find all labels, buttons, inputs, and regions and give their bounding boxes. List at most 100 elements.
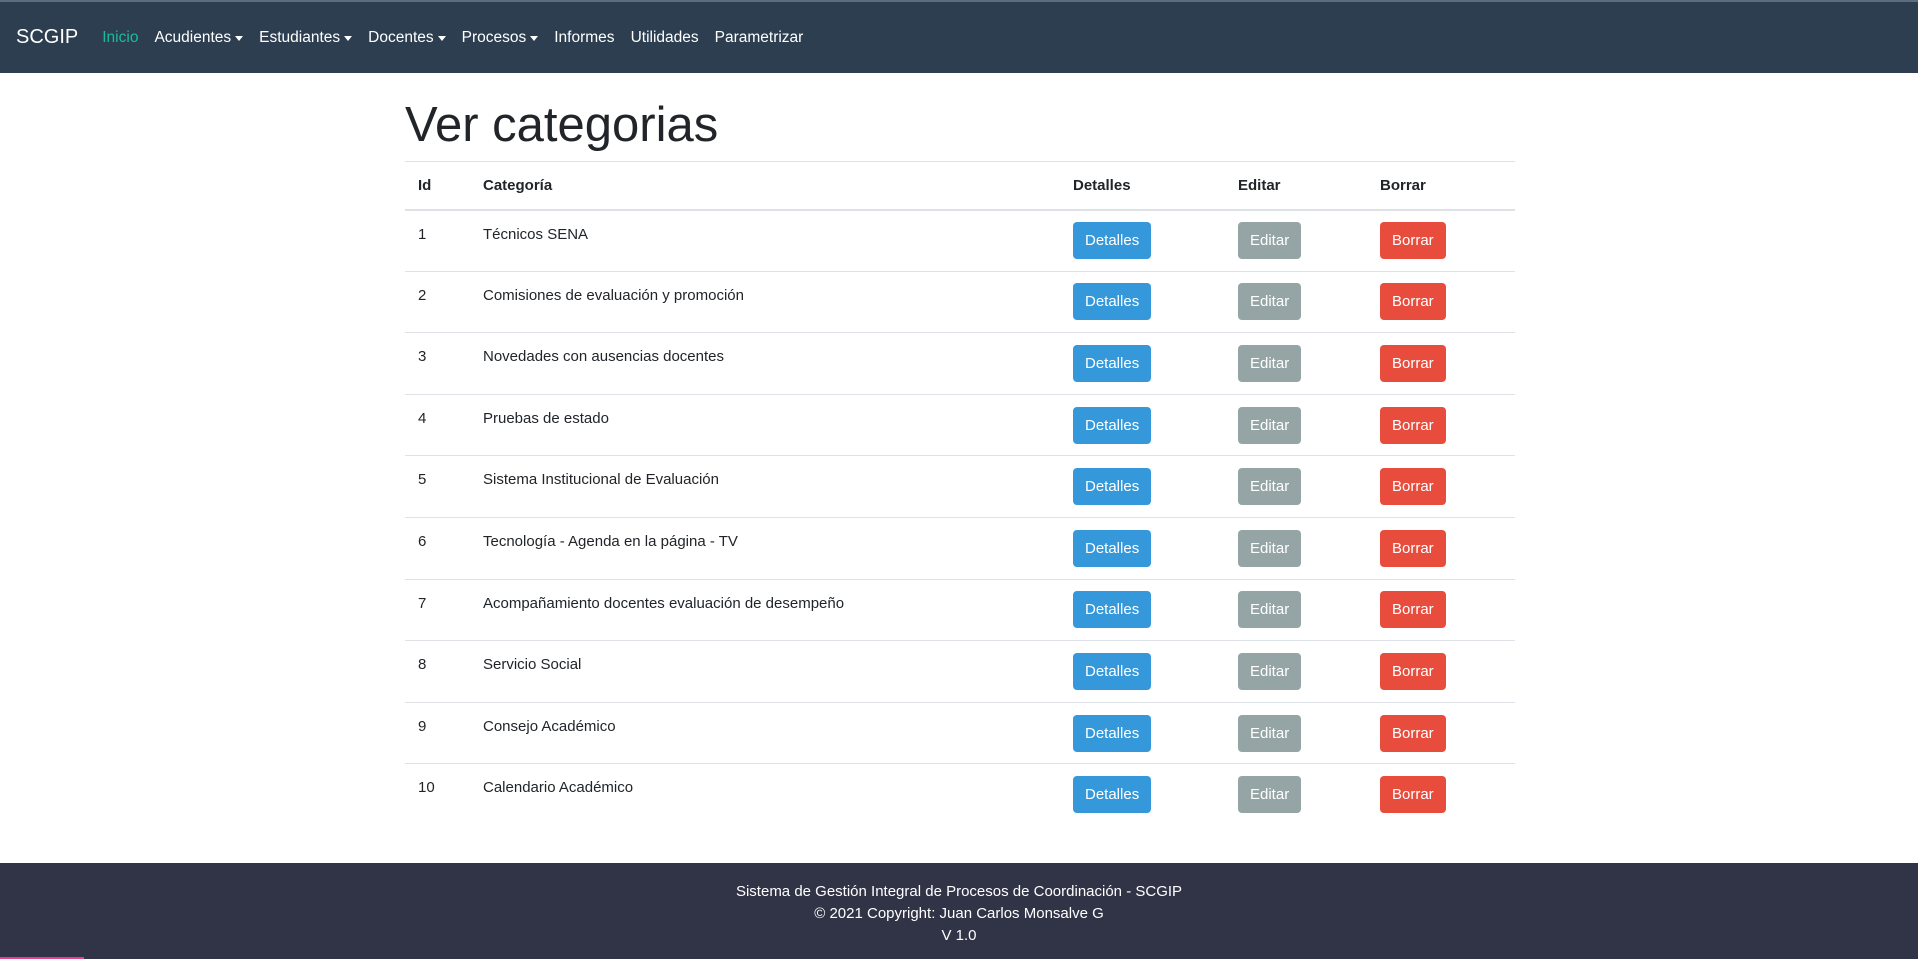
row-delete-cell: Borrar [1367,579,1515,642]
nav-item-label: Docentes [368,28,434,46]
details-button[interactable]: Detalles [1073,529,1152,567]
nav-item-estudiantes[interactable]: Estudiantes [259,29,353,47]
nav-item-informes[interactable]: Informes [554,29,614,47]
row-edit-cell: Editar [1225,455,1367,518]
delete-button[interactable]: Borrar [1380,529,1446,567]
edit-button[interactable]: Editar [1238,591,1302,629]
row-delete-cell: Borrar [1367,271,1515,334]
row-delete-cell: Borrar [1367,332,1515,395]
footer-copyright: © 2021 Copyright: Juan Carlos Monsalve G [814,905,1104,922]
details-button[interactable]: Detalles [1073,652,1152,690]
row-delete-cell: Borrar [1367,764,1515,826]
nav-item-label: Informes [554,28,615,46]
row-id: 9 [405,702,470,765]
nav-item-utilidades[interactable]: Utilidades [631,29,699,47]
details-button[interactable]: Detalles [1073,344,1152,382]
details-button[interactable]: Detalles [1073,283,1152,321]
header-category: Categoría [470,161,1060,211]
delete-button[interactable]: Borrar [1380,283,1446,321]
header-id: Id [405,161,470,211]
details-button[interactable]: Detalles [1073,591,1152,629]
row-category-name: Tecnología - Agenda en la página - TV [470,517,1060,580]
row-edit-cell: Editar [1225,209,1367,272]
table-header: Id Categoría Detalles Editar Borrar [405,161,1515,211]
edit-button[interactable]: Editar [1238,714,1302,752]
nav-item-docentes[interactable]: Docentes [368,28,446,47]
row-category-name: Técnicos SENA [470,209,1060,272]
table-row: 2 Comisiones de evaluación y promoción Det… [405,271,1515,334]
row-edit-cell: Editar [1225,517,1367,580]
delete-button[interactable]: Borrar [1380,591,1446,629]
caret-down-icon [530,36,539,41]
edit-button[interactable]: Editar [1238,776,1302,814]
footer-version: V 1.0 [941,927,977,944]
row-id: 3 [405,332,470,395]
details-button[interactable]: Detalles [1073,468,1152,506]
delete-button[interactable]: Borrar [1380,468,1446,506]
row-edit-cell: Editar [1225,271,1367,334]
edit-button[interactable]: Editar [1238,652,1302,690]
row-category-name: Acompañamiento docentes evaluación de de… [470,579,1060,642]
table-row: 6 Tecnología - Agenda en la página - TV De… [405,517,1515,580]
delete-button[interactable]: Borrar [1380,714,1446,752]
delete-button[interactable]: Borrar [1380,776,1446,814]
categories-table: Id Categoría Detalles Editar Borrar 1 Téc… [405,161,1515,825]
nav-menu: Inicio Acudientes Estudiantes Docentes Proce… [102,29,819,47]
nav-item-parametrizar[interactable]: Parametrizar [715,29,804,47]
edit-button[interactable]: Editar [1238,468,1302,506]
delete-button[interactable]: Borrar [1380,222,1446,260]
edit-button[interactable]: Editar [1238,344,1302,382]
footer-system-name: Sistema de Gestión Integral de Procesos … [735,883,1183,900]
row-id: 6 [405,517,470,580]
nav-item-procesos[interactable]: Procesos [462,29,539,47]
details-button[interactable]: Detalles [1073,776,1152,814]
table-row: 1 Técnicos SENA Detalles Editar Borrar [405,209,1515,272]
row-id: 8 [405,640,470,703]
row-id: 10 [418,779,435,797]
row-id: 1 [405,209,470,272]
table-header-row: Id Categoría Detalles Editar Borrar [405,161,1515,211]
nav-item-label: Procesos [461,28,527,46]
row-details-cell: Detalles [1060,271,1225,334]
delete-button[interactable]: Borrar [1380,406,1446,444]
row-id: 7 [405,579,470,642]
nav-item-acudientes[interactable]: Acudientes [154,28,244,47]
row-delete-cell: Borrar [1367,455,1515,518]
delete-button[interactable]: Borrar [1380,344,1446,382]
row-details-cell: Detalles [1060,640,1225,703]
table-row: 5 Sistema Institucional de Evaluación Deta… [405,455,1515,518]
edit-button[interactable]: Editar [1238,283,1302,321]
row-details-cell: Detalles [1060,455,1225,518]
table-row: 9 Consejo Académico Detalles Editar Borrar [405,702,1515,765]
row-id: 5 [405,455,470,518]
edit-button[interactable]: Editar [1238,222,1302,260]
caret-down-icon [235,36,244,41]
header-edit: Editar [1225,161,1367,211]
nav-item-label: Acudientes [154,28,232,46]
row-category-name: Sistema Institucional de Evaluación [470,455,1060,518]
row-details-cell: Detalles [1060,764,1225,826]
edit-button[interactable]: Editar [1238,529,1302,567]
row-edit-cell: Editar [1225,332,1367,395]
details-button[interactable]: Detalles [1073,406,1152,444]
row-category-name: Novedades con ausencias docentes [470,332,1060,395]
nav-item-inicio[interactable]: Inicio [102,29,138,47]
brand-link[interactable]: SCGIP [16,26,78,49]
row-edit-cell: Editar [1225,640,1367,703]
edit-button[interactable]: Editar [1238,406,1302,444]
row-details-cell: Detalles [1060,517,1225,580]
nav-item-label: Utilidades [630,28,699,46]
top-navbar: SCGIP Inicio Acudientes Estudiantes Docente… [0,0,1918,73]
row-edit-cell: Editar [1225,764,1367,826]
row-edit-cell: Editar [1225,394,1367,457]
details-button[interactable]: Detalles [1073,714,1152,752]
table-row: 3 Novedades con ausencias docentes Detalle… [405,332,1515,395]
details-button[interactable]: Detalles [1073,222,1152,260]
row-delete-cell: Borrar [1367,702,1515,765]
row-id: 2 [405,271,470,334]
caret-down-icon [437,36,446,41]
header-delete: Borrar [1367,161,1515,211]
delete-button[interactable]: Borrar [1380,652,1446,690]
main-content: Ver categorias Id Categoría Detalles Edi… [405,73,1515,825]
row-category-name: Calendario Académico [483,779,634,797]
